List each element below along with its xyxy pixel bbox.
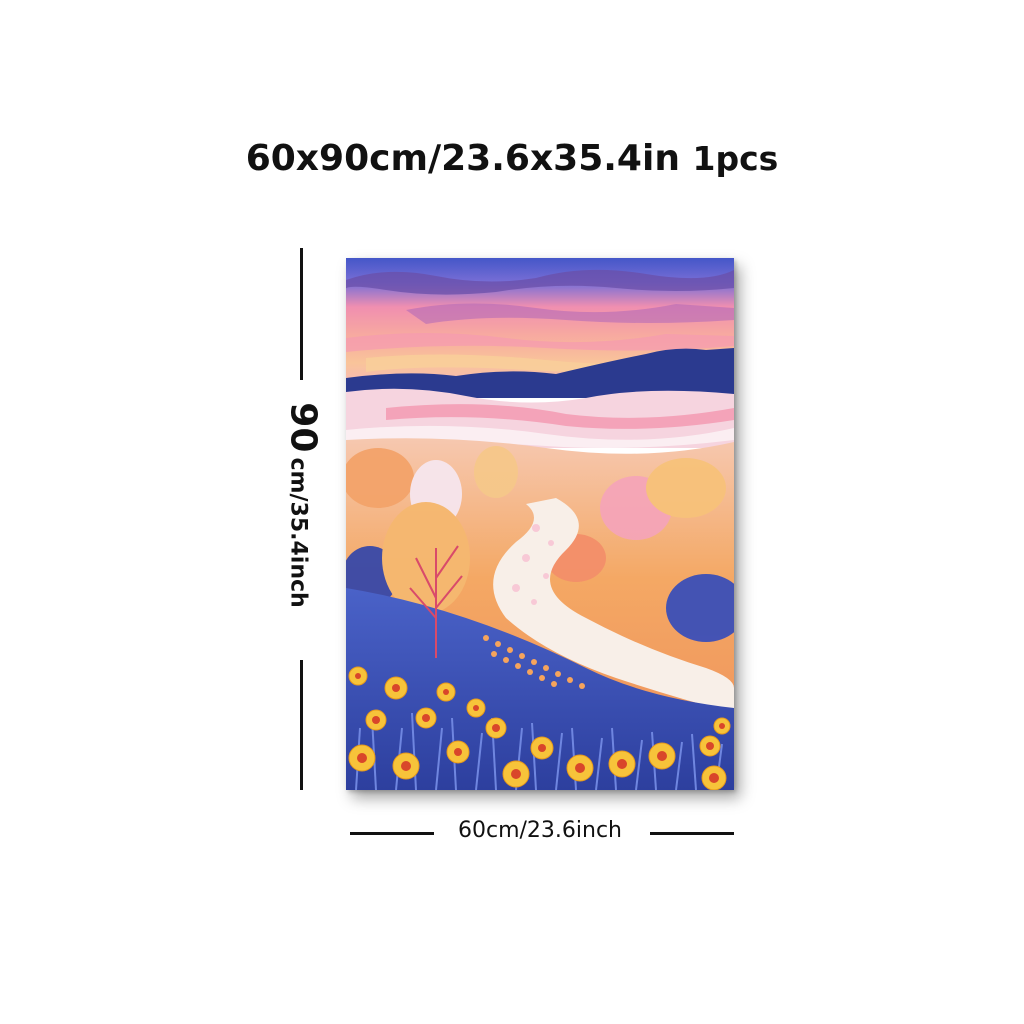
canvas-print bbox=[346, 258, 734, 790]
height-units: cm/35.4inch bbox=[285, 457, 311, 608]
height-value: 90 bbox=[282, 402, 324, 453]
width-dimension-line-left bbox=[350, 832, 434, 835]
height-dimension-line-bottom bbox=[300, 660, 303, 790]
width-dimension-label: 60cm/23.6inch bbox=[457, 818, 622, 843]
width-dimension-line-right bbox=[650, 832, 734, 835]
quantity-text: 1pcs bbox=[692, 139, 779, 178]
landscape-painting bbox=[346, 258, 734, 790]
height-dimension-line-top bbox=[300, 248, 303, 380]
product-size-title: 60x90cm/23.6x35.4in 1pcs bbox=[0, 138, 1024, 179]
size-text: 60x90cm/23.6x35.4in bbox=[245, 138, 680, 179]
